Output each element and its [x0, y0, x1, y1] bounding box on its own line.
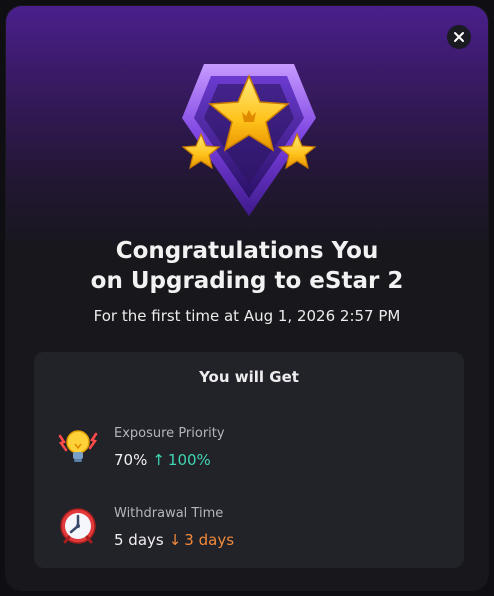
benefit-values: 5 days ↓ 3 days [114, 531, 234, 549]
benefit-current-value: 5 days [114, 531, 164, 549]
star-shield-badge-icon [181, 64, 317, 216]
benefit-new-value: 3 days [184, 531, 235, 549]
dialog-title: Congratulations You on Upgrading to eSta… [6, 236, 488, 296]
arrow-up-icon: ↑ [152, 451, 165, 469]
benefit-new-value: 100% [167, 451, 211, 469]
title-line-2: on Upgrading to eStar 2 [90, 268, 404, 294]
benefit-withdrawal-time: Withdrawal Time 5 days ↓ 3 days [54, 494, 454, 554]
upgrade-dialog: Congratulations You on Upgrading to eSta… [6, 6, 488, 590]
benefit-current-value: 70% [114, 451, 148, 469]
arrow-down-icon: ↓ [168, 531, 182, 549]
lightbulb-icon [58, 430, 98, 462]
benefits-card: You will Get Exposure Priority 70% ↑ 100% [34, 352, 464, 568]
title-line-1: Congratulations You [115, 238, 379, 264]
close-button[interactable] [447, 25, 471, 49]
upgrade-timestamp: For the first time at Aug 1, 2026 2:57 P… [93, 307, 401, 325]
benefit-label: Exposure Priority [114, 426, 225, 441]
benefit-values: 70% ↑ 100% [114, 451, 211, 469]
benefits-heading: You will Get [199, 368, 299, 386]
benefit-label: Withdrawal Time [114, 506, 224, 521]
clock-icon [60, 508, 96, 544]
close-icon [454, 32, 464, 42]
benefit-exposure-priority: Exposure Priority 70% ↑ 100% [54, 414, 454, 474]
